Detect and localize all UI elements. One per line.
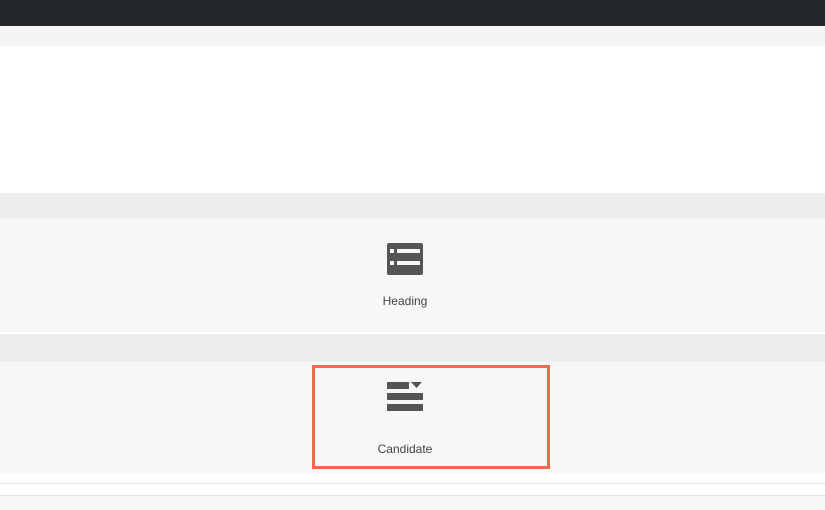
content-area [0, 46, 825, 193]
section-divider [0, 193, 825, 219]
list-dropdown-icon [387, 382, 423, 411]
candidate-widget-label: Candidate [377, 442, 433, 456]
widget-row-heading: Heading [0, 219, 825, 332]
bottom-strip [0, 496, 825, 510]
heading-widget[interactable]: Heading [330, 242, 480, 308]
list-heading-icon [387, 243, 423, 275]
widget-row-candidate: Candidate [0, 362, 825, 474]
heading-widget-label: Heading [382, 294, 428, 308]
section-divider [0, 334, 825, 362]
admin-top-bar [0, 0, 825, 26]
sub-toolbar [0, 26, 825, 46]
divider-line [0, 483, 825, 484]
candidate-widget[interactable]: Candidate [330, 380, 480, 456]
